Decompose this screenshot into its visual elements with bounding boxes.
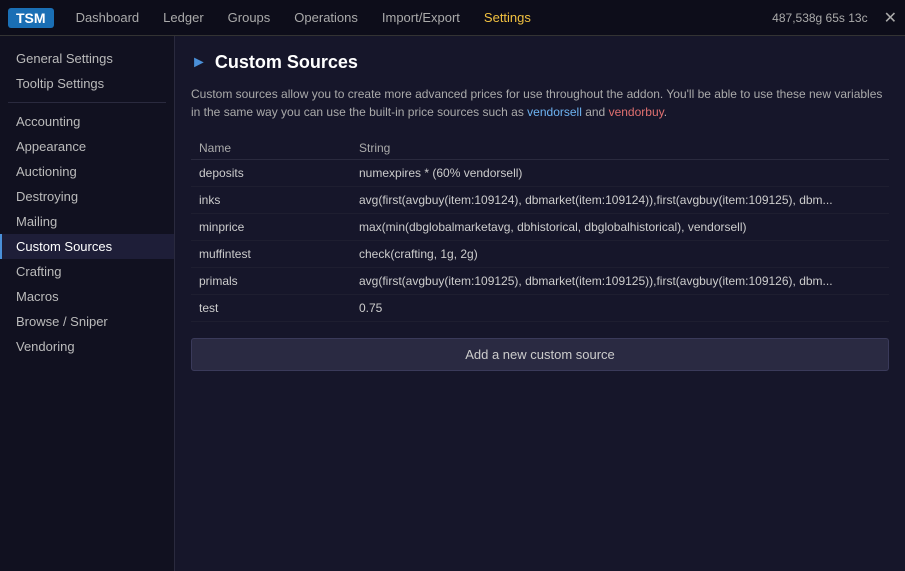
sidebar-item-appearance[interactable]: Appearance: [0, 134, 174, 159]
sidebar-item-auctioning[interactable]: Auctioning: [0, 159, 174, 184]
source-name-cell: primals: [191, 268, 351, 295]
source-string-cell: avg(first(avgbuy(item:109124), dbmarket(…: [351, 187, 889, 214]
sidebar-top-section: General Settings Tooltip Settings: [0, 44, 174, 98]
content-area: ► Custom Sources Custom sources allow yo…: [175, 36, 905, 571]
sidebar-item-mailing[interactable]: Mailing: [0, 209, 174, 234]
topbar: TSM Dashboard Ledger Groups Operations I…: [0, 0, 905, 36]
gold-display: 487,538g 65s 13c ✕: [772, 8, 897, 28]
sidebar-main-section: Accounting Appearance Auctioning Destroy…: [0, 107, 174, 361]
nav-import-export[interactable]: Import/Export: [372, 6, 470, 29]
source-string-cell: max(min(dbglobalmarketavg, dbhistorical,…: [351, 214, 889, 241]
sidebar-item-destroying[interactable]: Destroying: [0, 184, 174, 209]
page-title-container: ► Custom Sources: [191, 52, 889, 73]
sidebar-item-custom-sources[interactable]: Custom Sources: [0, 234, 174, 259]
sidebar-item-accounting[interactable]: Accounting: [0, 109, 174, 134]
sidebar: General Settings Tooltip Settings Accoun…: [0, 36, 175, 571]
gold-amount: 487,538g 65s 13c: [772, 11, 867, 25]
sidebar-divider: [8, 102, 166, 103]
source-name-cell: deposits: [191, 160, 351, 187]
sidebar-item-tooltip-settings[interactable]: Tooltip Settings: [0, 71, 174, 96]
description: Custom sources allow you to create more …: [191, 85, 889, 121]
description-post: .: [664, 105, 667, 119]
source-string-cell: avg(first(avgbuy(item:109125), dbmarket(…: [351, 268, 889, 295]
nav-settings[interactable]: Settings: [474, 6, 541, 29]
table-row[interactable]: test0.75: [191, 295, 889, 322]
source-string-cell: 0.75: [351, 295, 889, 322]
vendorbuy-link[interactable]: vendorbuy: [609, 105, 664, 119]
logo: TSM: [8, 8, 54, 28]
vendorsell-link[interactable]: vendorsell: [527, 105, 582, 119]
nav-groups[interactable]: Groups: [218, 6, 281, 29]
nav-ledger[interactable]: Ledger: [153, 6, 213, 29]
nav-operations[interactable]: Operations: [284, 6, 368, 29]
close-button[interactable]: ✕: [884, 8, 897, 28]
col-header-string: String: [351, 137, 889, 160]
table-row[interactable]: depositsnumexpires * (60% vendorsell): [191, 160, 889, 187]
page-title: Custom Sources: [215, 52, 358, 73]
nav-bar: Dashboard Ledger Groups Operations Impor…: [66, 6, 773, 29]
sidebar-item-general-settings[interactable]: General Settings: [0, 46, 174, 71]
table-row[interactable]: muffintestcheck(crafting, 1g, 2g): [191, 241, 889, 268]
source-name-cell: muffintest: [191, 241, 351, 268]
source-name-cell: inks: [191, 187, 351, 214]
sidebar-item-vendoring[interactable]: Vendoring: [0, 334, 174, 359]
sidebar-item-browse-sniper[interactable]: Browse / Sniper: [0, 309, 174, 334]
sidebar-item-macros[interactable]: Macros: [0, 284, 174, 309]
table-row[interactable]: minpricemax(min(dbglobalmarketavg, dbhis…: [191, 214, 889, 241]
source-string-cell: numexpires * (60% vendorsell): [351, 160, 889, 187]
table-row[interactable]: inksavg(first(avgbuy(item:109124), dbmar…: [191, 187, 889, 214]
source-name-cell: minprice: [191, 214, 351, 241]
description-mid: and: [582, 105, 609, 119]
source-name-cell: test: [191, 295, 351, 322]
main-layout: General Settings Tooltip Settings Accoun…: [0, 36, 905, 571]
nav-dashboard[interactable]: Dashboard: [66, 6, 150, 29]
add-custom-source-button[interactable]: Add a new custom source: [191, 338, 889, 371]
source-string-cell: check(crafting, 1g, 2g): [351, 241, 889, 268]
sidebar-item-crafting[interactable]: Crafting: [0, 259, 174, 284]
page-title-icon: ►: [191, 54, 207, 72]
col-header-name: Name: [191, 137, 351, 160]
table-row[interactable]: primalsavg(first(avgbuy(item:109125), db…: [191, 268, 889, 295]
sources-table: Name String depositsnumexpires * (60% ve…: [191, 137, 889, 322]
